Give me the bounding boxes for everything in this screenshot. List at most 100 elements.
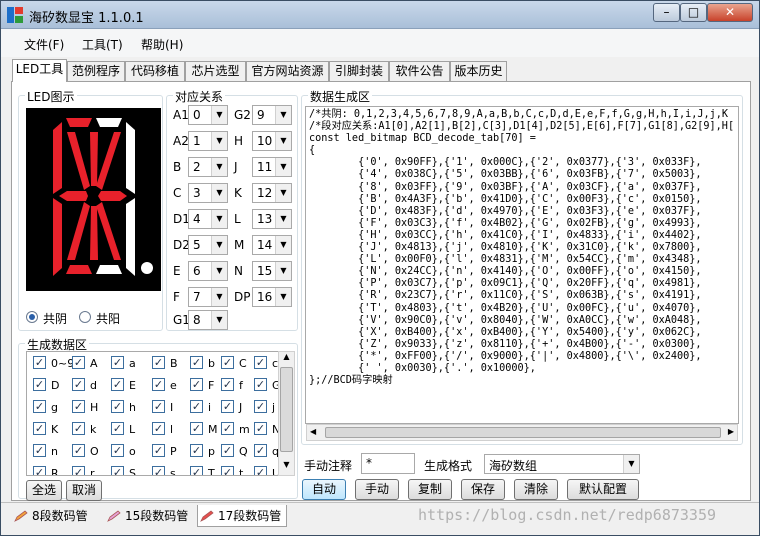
char-checkbox[interactable]: ✓ xyxy=(190,400,203,413)
clear-button[interactable]: 清除 xyxy=(514,479,558,500)
mapping-select-h[interactable]: 10 ▼ xyxy=(252,131,292,151)
char-checkbox[interactable]: ✓ xyxy=(190,422,203,435)
tab-version-history[interactable]: 版本历史 xyxy=(450,61,507,81)
segment-n[interactable] xyxy=(67,202,90,260)
segment-d1[interactable] xyxy=(66,265,92,274)
scroll-down-icon[interactable]: ▼ xyxy=(280,460,293,474)
mapping-select-m[interactable]: 14 ▼ xyxy=(252,235,292,255)
bottom-tab-17seg[interactable]: 17段数码管 xyxy=(197,505,287,527)
char-checkbox[interactable]: ✓ xyxy=(254,444,267,457)
scroll-up-icon[interactable]: ▲ xyxy=(280,352,293,366)
char-checkbox[interactable]: ✓ xyxy=(152,444,165,457)
char-checkbox[interactable]: ✓ xyxy=(72,356,85,369)
mapping-select-l[interactable]: 13 ▼ xyxy=(252,209,292,229)
char-checkbox[interactable]: ✓ xyxy=(152,356,165,369)
mapping-select-j[interactable]: 11 ▼ xyxy=(252,157,292,177)
segment-f[interactable] xyxy=(53,122,62,194)
char-checkbox[interactable]: ✓ xyxy=(221,378,234,391)
mapping-select-b[interactable]: 2 ▼ xyxy=(188,157,228,177)
mapping-select-c[interactable]: 3 ▼ xyxy=(188,183,228,203)
char-checkbox[interactable]: ✓ xyxy=(72,422,85,435)
segment-a2[interactable] xyxy=(96,118,122,127)
mapping-select-k[interactable]: 12 ▼ xyxy=(252,183,292,203)
char-checkbox[interactable]: ✓ xyxy=(33,378,46,391)
menu-tools[interactable]: 工具(T) xyxy=(82,36,123,53)
segment-g1[interactable] xyxy=(59,191,88,201)
auto-button[interactable]: 自动 xyxy=(302,479,346,500)
format-select[interactable]: 海矽数组 ▼ xyxy=(484,454,640,474)
char-checkbox[interactable]: ✓ xyxy=(33,466,46,475)
char-checkbox[interactable]: ✓ xyxy=(111,466,124,475)
mapping-select-a1[interactable]: 0 ▼ xyxy=(188,105,228,125)
char-checkbox[interactable]: ✓ xyxy=(33,400,46,413)
mapping-select-a2[interactable]: 1 ▼ xyxy=(188,131,228,151)
segment-dp[interactable] xyxy=(141,262,153,274)
segment-d2[interactable] xyxy=(96,265,122,274)
tab-code-port[interactable]: 代码移植 xyxy=(125,61,185,81)
default-config-button[interactable]: 默认配置 xyxy=(567,479,639,500)
char-checkbox[interactable]: ✓ xyxy=(72,400,85,413)
char-checkbox[interactable]: ✓ xyxy=(111,422,124,435)
segment-k[interactable] xyxy=(96,132,121,190)
mapping-select-f[interactable]: 7 ▼ xyxy=(188,287,228,307)
char-checkbox[interactable]: ✓ xyxy=(152,466,165,475)
char-checkbox[interactable]: ✓ xyxy=(152,378,165,391)
char-checkbox[interactable]: ✓ xyxy=(72,378,85,391)
char-checkbox[interactable]: ✓ xyxy=(111,444,124,457)
char-checkbox[interactable]: ✓ xyxy=(111,356,124,369)
copy-button[interactable]: 复制 xyxy=(408,479,452,500)
mapping-select-e[interactable]: 6 ▼ xyxy=(188,261,228,281)
char-checkbox[interactable]: ✓ xyxy=(254,400,267,413)
char-checkbox[interactable]: ✓ xyxy=(254,378,267,391)
maximize-button[interactable]: □ xyxy=(680,3,707,22)
mapping-select-d1[interactable]: 4 ▼ xyxy=(188,209,228,229)
char-checkbox[interactable]: ✓ xyxy=(221,444,234,457)
tab-chip-select[interactable]: 芯片选型 xyxy=(185,61,246,81)
segment-m[interactable] xyxy=(90,206,98,260)
segment-h[interactable] xyxy=(67,132,90,190)
char-checkbox[interactable]: ✓ xyxy=(254,356,267,369)
cancel-button[interactable]: 取消 xyxy=(66,480,102,501)
save-button[interactable]: 保存 xyxy=(461,479,505,500)
char-checkbox[interactable]: ✓ xyxy=(111,378,124,391)
common-anode-radio[interactable] xyxy=(79,311,91,323)
char-list-scrollbar[interactable]: ▲ ▼ xyxy=(278,351,295,476)
char-checkbox[interactable]: ✓ xyxy=(72,466,85,475)
char-checkbox[interactable]: ✓ xyxy=(33,356,46,369)
segment-b[interactable] xyxy=(126,122,135,194)
char-checkbox[interactable]: ✓ xyxy=(254,466,267,475)
char-checkbox[interactable]: ✓ xyxy=(152,422,165,435)
common-cathode-radio[interactable] xyxy=(26,311,38,323)
char-checkbox[interactable]: ✓ xyxy=(190,466,203,475)
bottom-tab-8seg[interactable]: 8段数码管 xyxy=(12,505,100,527)
char-checkbox[interactable]: ✓ xyxy=(254,422,267,435)
scroll-right-icon[interactable]: ▶ xyxy=(728,427,734,436)
segment-e[interactable] xyxy=(53,198,62,276)
tab-announcements[interactable]: 软件公告 xyxy=(389,61,450,81)
char-checkbox[interactable]: ✓ xyxy=(190,356,203,369)
code-output[interactable]: /*共阴: 0,1,2,3,4,5,6,7,8,9,A,a,B,b,C,c,D,… xyxy=(305,106,739,424)
tab-official-resources[interactable]: 官方网站资源 xyxy=(246,61,329,81)
char-checkbox[interactable]: ✓ xyxy=(111,400,124,413)
char-checkbox[interactable]: ✓ xyxy=(33,422,46,435)
char-checkbox[interactable]: ✓ xyxy=(190,444,203,457)
tab-led-tool[interactable]: LED工具 xyxy=(12,59,67,82)
char-checkbox[interactable]: ✓ xyxy=(190,378,203,391)
char-checkbox[interactable]: ✓ xyxy=(152,400,165,413)
bottom-tab-15seg[interactable]: 15段数码管 xyxy=(105,505,193,527)
scroll-thumb[interactable] xyxy=(280,367,293,452)
segment-j[interactable] xyxy=(90,132,98,186)
char-checkbox[interactable]: ✓ xyxy=(221,356,234,369)
char-checkbox[interactable]: ✓ xyxy=(221,422,234,435)
segment-l[interactable] xyxy=(96,202,121,260)
char-checkbox[interactable]: ✓ xyxy=(72,444,85,457)
code-horizontal-scrollbar[interactable]: ◀ ▶ xyxy=(306,424,738,441)
manual-comment-input[interactable]: * xyxy=(361,453,415,474)
minimize-button[interactable]: – xyxy=(653,3,680,22)
segment-g2[interactable] xyxy=(98,191,127,201)
mapping-select-g1[interactable]: 8 ▼ xyxy=(188,310,228,330)
segment-c[interactable] xyxy=(126,198,135,276)
char-checkbox[interactable]: ✓ xyxy=(33,444,46,457)
manual-button[interactable]: 手动 xyxy=(355,479,399,500)
mapping-select-d2[interactable]: 5 ▼ xyxy=(188,235,228,255)
